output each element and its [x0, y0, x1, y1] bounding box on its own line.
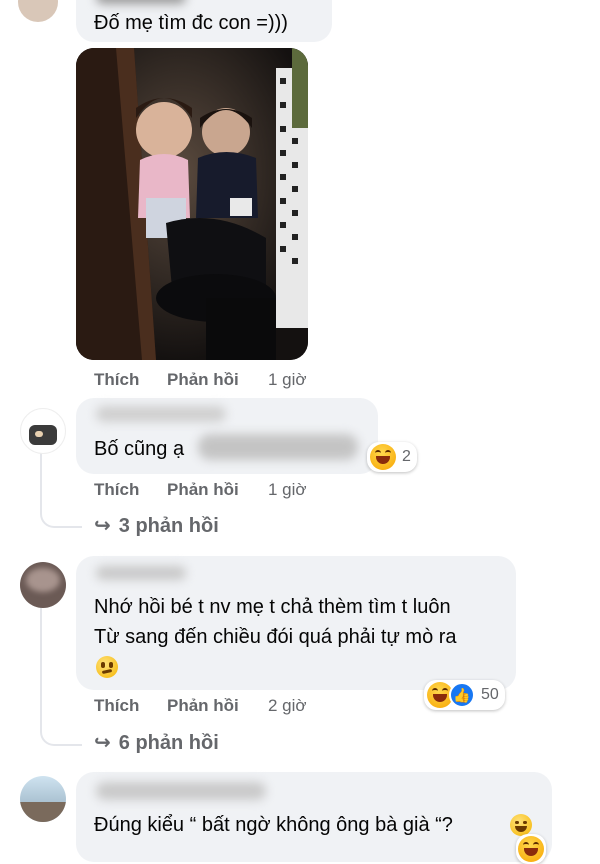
haha-reaction-icon [370, 444, 396, 470]
comment-text-line-1: Nhớ hồi bé t nv mẹ t chả thèm tìm t luôn [94, 596, 451, 618]
comment-text: Bố cũng ạ [94, 438, 185, 460]
smirk-emoji-icon [96, 656, 118, 678]
blurred-name [96, 566, 186, 580]
like-link[interactable]: Thích [94, 370, 139, 390]
comment-bubble: Bố cũng ạ [76, 398, 378, 474]
comment-text: Đúng kiểu “ bất ngờ không ông bà già “? [94, 814, 453, 836]
comment-bubble: Nhớ hồi bé t nv mẹ t chả thèm tìm t luôn… [76, 556, 516, 690]
blurred-name [96, 782, 266, 800]
avatar[interactable] [18, 0, 58, 22]
blurred-name [96, 0, 186, 4]
timestamp[interactable]: 1 giờ [268, 480, 307, 500]
avatar[interactable] [20, 776, 66, 822]
comment-text-line-2: Từ sang đến chiều đói quá phải tự mò ra [94, 626, 457, 648]
like-link[interactable]: Thích [94, 696, 139, 716]
reaction-summary[interactable] [516, 834, 546, 864]
reaction-summary[interactable]: 2 [367, 442, 417, 472]
avatar[interactable] [20, 562, 66, 608]
comment-text: Đố mẹ tìm đc con =))) [94, 12, 288, 34]
like-reaction-icon: 👍 [449, 682, 475, 708]
reply-link[interactable]: Phản hồi [167, 480, 239, 500]
replies-count: 6 phản hồi [118, 732, 219, 754]
laugh-emoji-icon [510, 814, 532, 836]
view-replies-link[interactable]: ↪ 6 phản hồi [94, 730, 219, 755]
haha-reaction-icon [518, 836, 544, 862]
blurred-name [96, 406, 226, 422]
photo-children-hiding [76, 48, 308, 360]
reply-link[interactable]: Phản hồi [167, 696, 239, 716]
view-replies-link[interactable]: ↪ 3 phản hồi [94, 513, 219, 538]
avatar[interactable] [20, 408, 66, 454]
reply-link[interactable]: Phản hồi [167, 370, 239, 390]
comment-actions: Thích Phản hồi 1 giờ [94, 480, 354, 502]
comment-actions: Thích Phản hồi 2 giờ [94, 696, 354, 718]
reaction-count: 50 [481, 686, 499, 703]
reply-arrow-icon: ↪ [94, 515, 111, 537]
like-link[interactable]: Thích [94, 480, 139, 500]
reply-arrow-icon: ↪ [94, 732, 111, 754]
reaction-summary[interactable]: 👍 50 [424, 680, 505, 710]
comment-photo[interactable] [76, 48, 308, 360]
timestamp[interactable]: 1 giờ [268, 370, 307, 390]
timestamp[interactable]: 2 giờ [268, 696, 307, 716]
blurred-mention [198, 434, 358, 460]
reaction-count: 2 [402, 448, 411, 465]
comment-bubble: Đố mẹ tìm đc con =))) [76, 0, 332, 42]
replies-count: 3 phản hồi [118, 515, 219, 537]
comment-actions: Thích Phản hồi 1 giờ [94, 370, 354, 392]
